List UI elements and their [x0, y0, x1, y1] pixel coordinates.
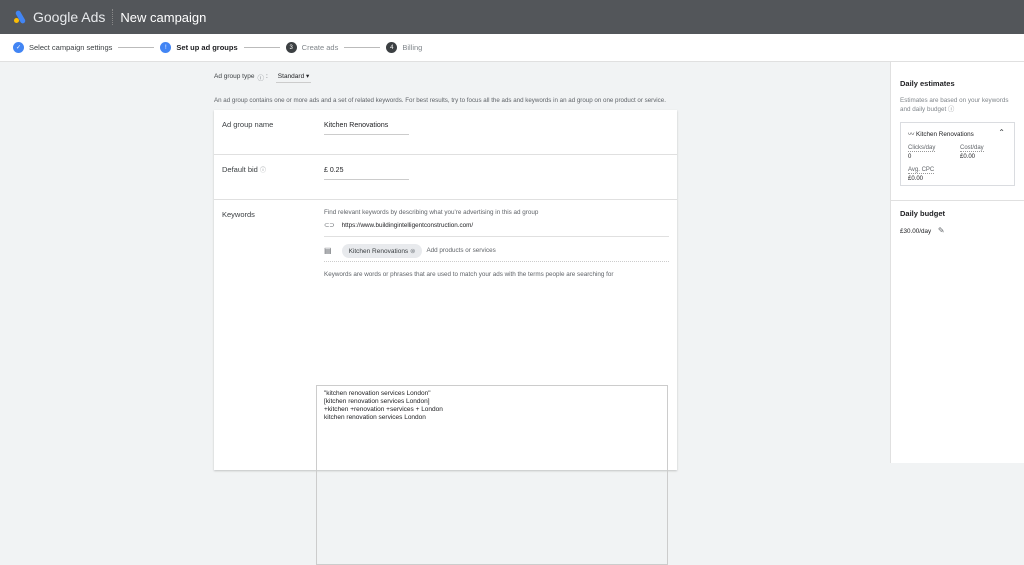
url-value: https://www.buildingintelligentconstruct…	[341, 222, 474, 229]
estimate-group: 〰 Kitchen Renovations	[908, 129, 974, 138]
default-bid-input[interactable]: £ 0.25	[324, 167, 409, 180]
step-number: 4	[386, 42, 398, 53]
products-field[interactable]: ▤ Kitchen Renovations ⊗ Add products or …	[324, 240, 669, 262]
step-label: Select campaign settings	[29, 43, 113, 52]
chevron-up-icon[interactable]: ⌃	[998, 128, 1005, 137]
label-text: Default bid	[222, 165, 258, 174]
step-label: Create ads	[301, 43, 339, 52]
keywords-row: Keywords Find relevant keywords by descr…	[214, 200, 677, 565]
metric-value: £0.00	[908, 176, 924, 182]
selected-value: Standard	[277, 73, 305, 80]
daily-budget: £30.00/day ✎	[900, 226, 1024, 235]
google-ads-logo[interactable]	[13, 9, 27, 25]
separator: :	[265, 73, 268, 80]
page-title: New campaign	[120, 9, 207, 25]
ad-group-description: An ad group contains one or more ads and…	[214, 97, 666, 104]
ad-group-type: Ad group type ⓘ : Standard ▾	[214, 70, 677, 83]
help-icon[interactable]: ⓘ	[257, 72, 264, 82]
step-billing[interactable]: 4 Billing	[386, 42, 422, 53]
metric-label: Clicks/day	[908, 145, 936, 152]
group-name: Kitchen Renovations	[916, 131, 974, 138]
default-bid-label: Default bid ⓘ	[222, 165, 266, 174]
metric-label: Cost/day	[960, 145, 984, 152]
ad-group-name-label: Ad group name	[222, 120, 274, 129]
current-step-icon: !	[160, 42, 172, 53]
step-label: Billing	[402, 43, 423, 52]
ad-group-type-select[interactable]: Standard ▾	[275, 70, 312, 83]
product-chip[interactable]: Kitchen Renovations ⊗	[341, 243, 423, 258]
ad-group-name-row: Ad group name Kitchen Renovations	[214, 110, 677, 155]
step-set-up-ad-groups[interactable]: ! Set up ad groups	[160, 42, 238, 53]
estimates-description: Estimates are based on your keywords and…	[900, 96, 1015, 114]
divider	[112, 9, 114, 25]
budget-value: £30.00/day	[900, 228, 932, 235]
keywords-label: Keywords	[222, 210, 255, 219]
keywords-info: Keywords are words or phrases that are u…	[324, 271, 614, 278]
divider	[891, 200, 1024, 201]
step-connector	[243, 47, 280, 48]
top-bar: Google Ads New campaign	[0, 0, 1024, 34]
estimate-card: 〰 Kitchen Renovations ⌃ Clicks/day 0 Cost…	[900, 122, 1015, 186]
ad-group-type-label: Ad group type	[214, 73, 255, 80]
clicks-metric: Clicks/day 0	[908, 145, 936, 160]
metric-value: 0	[908, 154, 912, 160]
dropdown-arrow-icon: ▾	[306, 73, 310, 80]
step-label: Set up ad groups	[176, 43, 238, 52]
daily-budget-title: Daily budget	[900, 209, 946, 218]
cpc-metric: Avg. CPC £0.00	[908, 167, 935, 182]
edit-icon[interactable]: ✎	[938, 226, 945, 235]
metric-label: Avg. CPC	[908, 167, 935, 174]
right-sidebar: Daily estimates Estimates are based on y…	[890, 62, 1024, 463]
ad-group-card: Ad group name Kitchen Renovations Defaul…	[214, 110, 677, 565]
link-icon: ⊂⊃	[324, 222, 335, 229]
step-connector	[118, 47, 155, 48]
brand-name: Google Ads	[33, 9, 106, 25]
step-select-campaign-settings[interactable]: ✓ Select campaign settings	[13, 42, 112, 53]
url-field[interactable]: ⊂⊃ https://www.buildingintelligentconstru…	[324, 222, 669, 237]
ad-group-name-input[interactable]: Kitchen Renovations	[324, 122, 409, 135]
help-icon[interactable]: ⓘ	[260, 168, 266, 174]
step-create-ads[interactable]: 3 Create ads	[285, 42, 339, 53]
stepper: ✓ Select campaign settings ! Set up ad g…	[0, 34, 1024, 62]
cost-metric: Cost/day £0.00	[960, 145, 984, 160]
keywords-hint: Find relevant keywords by describing wha…	[324, 209, 539, 216]
add-products-input[interactable]: Add products or services	[426, 247, 495, 254]
keywords-textarea[interactable]: "kitchen renovation services London" [ki…	[316, 385, 668, 565]
remove-chip-icon[interactable]: ⊗	[410, 248, 415, 255]
step-number: 3	[285, 42, 297, 53]
chip-label: Kitchen Renovations	[348, 247, 409, 255]
default-bid-row: Default bid ⓘ £ 0.25	[214, 155, 677, 200]
trend-icon: 〰	[908, 131, 915, 138]
help-icon[interactable]: ⓘ	[948, 106, 954, 113]
daily-estimates-title: Daily estimates	[900, 79, 955, 88]
metric-value: £0.00	[960, 154, 976, 160]
step-connector	[344, 47, 381, 48]
store-icon: ▤	[324, 246, 332, 255]
check-icon: ✓	[13, 42, 24, 53]
